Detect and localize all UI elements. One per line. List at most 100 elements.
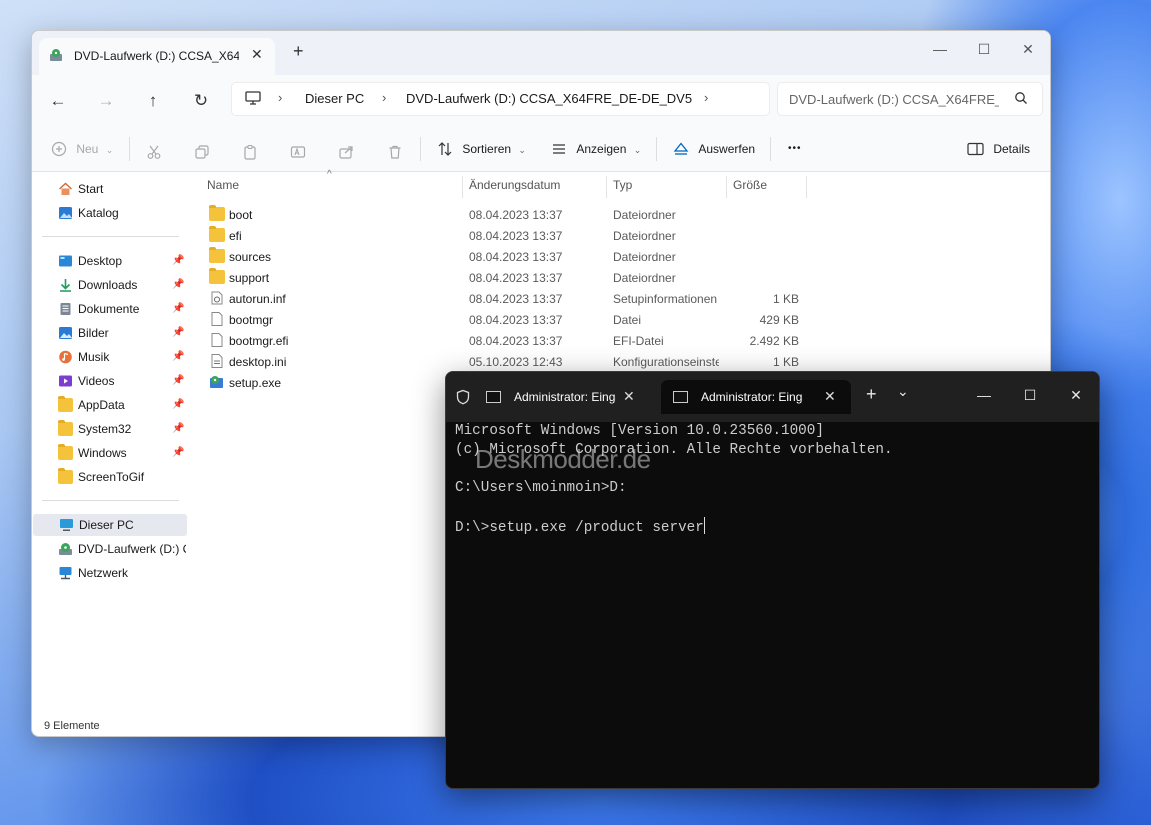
column-separator[interactable]: [726, 176, 727, 198]
terminal-output[interactable]: Microsoft Windows [Version 10.0.23560.10…: [455, 422, 1095, 782]
sidebar-item-gallery[interactable]: Katalog: [32, 202, 187, 224]
sort-button[interactable]: Sortieren ⌄: [437, 138, 526, 160]
share-icon[interactable]: [338, 141, 354, 163]
rename-icon[interactable]: [290, 141, 306, 163]
cut-icon[interactable]: [146, 141, 162, 163]
minimize-button[interactable]: —: [920, 37, 960, 61]
sidebar-item-windows[interactable]: Windows 📌: [32, 442, 187, 464]
column-separator[interactable]: [806, 176, 807, 198]
pin-icon: 📌: [172, 375, 185, 386]
sort-button-label: Sortieren: [462, 142, 512, 156]
sidebar-item-this-pc[interactable]: Dieser PC: [33, 514, 187, 536]
file-modified: 08.04.2023 13:37: [469, 271, 563, 285]
sidebar-item-start[interactable]: Start: [32, 178, 187, 200]
sidebar-item-documents[interactable]: Dokumente 📌: [32, 298, 187, 320]
sidebar-item-dvd-drive[interactable]: DVD-Laufwerk (D:) CCSA_X64FRE_DE-DE_DV5: [32, 538, 187, 560]
table-row[interactable]: boot 08.04.2023 13:37 Dateiordner: [189, 204, 809, 225]
table-row[interactable]: support 08.04.2023 13:37 Dateiordner: [189, 267, 809, 288]
close-tab-icon[interactable]: ✕: [623, 388, 635, 405]
refresh-button[interactable]: ↻: [189, 89, 213, 113]
paste-icon[interactable]: [242, 141, 258, 163]
terminal-window[interactable]: Administrator: Eingabeaufforderung ✕ Adm…: [445, 371, 1100, 789]
file-type: Dateiordner: [613, 208, 676, 222]
breadcrumb-this-pc[interactable]: Dieser PC: [305, 91, 364, 106]
sidebar-item-appdata[interactable]: AppData 📌: [32, 394, 187, 416]
close-tab-icon[interactable]: ✕: [824, 388, 836, 405]
address-field[interactable]: › Dieser PC › DVD-Laufwerk (D:) CCSA_X64…: [231, 82, 770, 116]
file-icon: [211, 333, 223, 347]
file-name: boot: [229, 208, 253, 222]
sidebar-item-network[interactable]: Netzwerk: [32, 562, 187, 584]
cmd-icon: [673, 391, 688, 403]
new-button[interactable]: Neu ⌄: [51, 138, 113, 160]
terminal-command-line[interactable]: D:\>setup.exe /product server: [455, 517, 706, 538]
sidebar-item-downloads[interactable]: Downloads 📌: [32, 274, 187, 296]
view-button[interactable]: Anzeigen ⌄: [551, 138, 641, 160]
table-row[interactable]: sources 08.04.2023 13:37 Dateiordner: [189, 246, 809, 267]
file-name: sources: [229, 250, 272, 264]
table-row[interactable]: bootmgr 08.04.2023 13:37 Datei 429 KB: [189, 309, 809, 330]
sidebar-item-label: AppData: [78, 398, 125, 412]
address-bar-row: ← → ↑ ↻ › Dieser PC › DVD-Laufwerk (D:) …: [32, 75, 1050, 128]
column-header-name[interactable]: Name: [207, 178, 239, 192]
pin-icon: 📌: [172, 255, 185, 266]
more-options-button[interactable]: •••: [788, 138, 802, 160]
sidebar-item-screentogif[interactable]: ScreenToGif: [32, 466, 187, 488]
breadcrumb-dvd-drive[interactable]: DVD-Laufwerk (D:) CCSA_X64FRE_DE-DE_DV5: [406, 91, 692, 106]
explorer-titlebar[interactable]: DVD-Laufwerk (D:) CCSA_X64FRE_DE-DE_DV5 …: [32, 31, 1050, 75]
close-window-button[interactable]: ✕: [1053, 382, 1099, 408]
tab-dropdown-button[interactable]: ⌄: [897, 383, 909, 400]
terminal-tab-1[interactable]: Administrator: Eingabeaufforderung ✕: [474, 380, 654, 414]
up-button[interactable]: ↑: [141, 89, 165, 113]
breadcrumb-separator: ›: [278, 90, 283, 105]
sidebar-item-desktop[interactable]: Desktop 📌: [32, 250, 187, 272]
copy-icon[interactable]: [194, 141, 210, 163]
terminal-tab-2[interactable]: Administrator: Eingabeaufforderung ✕: [661, 380, 851, 414]
new-tab-button[interactable]: +: [866, 384, 877, 405]
minimize-button[interactable]: —: [961, 382, 1007, 408]
text-cursor: [703, 517, 706, 534]
eject-button[interactable]: Auswerfen: [673, 138, 755, 160]
file-modified: 08.04.2023 13:37: [469, 313, 563, 327]
column-header-size[interactable]: Größe: [733, 178, 767, 192]
column-header-modified[interactable]: Änderungsdatum: [469, 178, 560, 192]
pin-icon: 📌: [172, 279, 185, 290]
sidebar-item-pictures[interactable]: Bilder 📌: [32, 322, 187, 344]
sidebar-item-videos[interactable]: Videos 📌: [32, 370, 187, 392]
delete-icon[interactable]: [387, 141, 403, 163]
table-row[interactable]: desktop.ini 05.10.2023 12:43 Konfigurati…: [189, 351, 809, 372]
pin-icon: 📌: [172, 303, 185, 314]
search-box[interactable]: DVD-Laufwerk (D:) CCSA_X64FRE_DE-DE_DV5 …: [777, 82, 1043, 116]
command-bar: Neu ⌄ Sortieren ⌄ Anzeigen ⌄ Auswerfen •…: [32, 127, 1050, 172]
table-row[interactable]: bootmgr.efi 08.04.2023 13:37 EFI-Datei 2…: [189, 330, 809, 351]
sidebar-item-system32[interactable]: System32 📌: [32, 418, 187, 440]
file-modified: 08.04.2023 13:37: [469, 250, 563, 264]
table-row[interactable]: autorun.inf 08.04.2023 13:37 Setupinform…: [189, 288, 809, 309]
column-header-type[interactable]: Typ: [613, 178, 632, 192]
file-modified: 08.04.2023 13:37: [469, 334, 563, 348]
close-window-button[interactable]: ✕: [1008, 37, 1048, 61]
column-separator[interactable]: [606, 176, 607, 198]
folder-icon: [209, 205, 225, 221]
terminal-tabbar[interactable]: Administrator: Eingabeaufforderung ✕ Adm…: [446, 372, 1099, 422]
column-separator[interactable]: [462, 176, 463, 198]
file-size: 1 KB: [772, 355, 799, 369]
network-icon: [59, 567, 72, 580]
new-tab-button[interactable]: +: [293, 41, 304, 62]
table-row[interactable]: efi 08.04.2023 13:37 Dateiordner: [189, 225, 809, 246]
file-type: Konfigurationseinstellungen: [613, 355, 719, 369]
explorer-tab[interactable]: DVD-Laufwerk (D:) CCSA_X64FRE_DE-DE_DV5 …: [39, 38, 275, 75]
view-icon: [553, 144, 565, 154]
maximize-button[interactable]: ☐: [1007, 382, 1053, 408]
maximize-button[interactable]: ☐: [964, 37, 1004, 61]
close-tab-icon[interactable]: ✕: [251, 46, 263, 63]
pin-icon: 📌: [172, 351, 185, 362]
new-button-label: Neu: [76, 142, 99, 156]
sidebar-item-music[interactable]: Musik 📌: [32, 346, 187, 368]
search-placeholder[interactable]: DVD-Laufwerk (D:) CCSA_X64FRE_DE-DE_DV5 …: [789, 92, 999, 107]
back-button[interactable]: ←: [46, 89, 70, 113]
sidebar-item-label: Musik: [78, 350, 110, 364]
details-button[interactable]: Details: [967, 138, 1030, 160]
music-icon: [59, 350, 72, 364]
forward-button[interactable]: →: [94, 89, 118, 113]
